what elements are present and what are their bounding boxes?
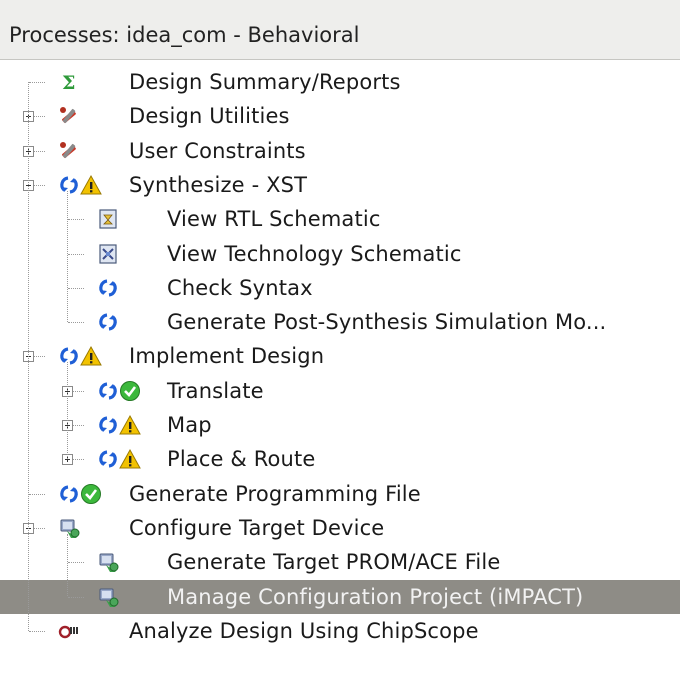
tree-connector <box>29 630 45 632</box>
tree-connector <box>29 82 45 83</box>
tree-row-place-route[interactable]: Place & Route <box>0 442 680 476</box>
tree-row-view-technology-schematic[interactable]: View Technology Schematic <box>0 237 680 271</box>
tree-connector <box>68 322 84 324</box>
tree-row-map[interactable]: Map <box>0 408 680 442</box>
tree-row-generate-target-prom-ace-file[interactable]: Generate Target PROM/ACE File <box>0 545 680 579</box>
refresh-icon <box>97 380 119 402</box>
tree-item-label: Translate <box>167 378 264 403</box>
device-icon <box>58 517 80 539</box>
tree-row-generate-programming-file[interactable]: Generate Programming File <box>0 477 680 511</box>
panel-title: Processes: idea_com - Behavioral <box>9 23 360 47</box>
tree-row-user-constraints[interactable]: User Constraints <box>0 134 680 168</box>
refresh-icon <box>97 277 119 299</box>
tree-row-manage-configuration-project-impact[interactable]: Manage Configuration Project (iMPACT) <box>0 579 680 614</box>
sigma-icon: Σ <box>58 71 80 93</box>
tree-item-label: Check Syntax <box>167 275 313 300</box>
tree-item-label: Analyze Design Using ChipScope <box>129 618 479 643</box>
check-icon <box>80 483 102 505</box>
tree-connector <box>68 562 84 564</box>
tree-item-label: Generate Target PROM/ACE File <box>167 550 501 575</box>
process-tree: Σ Design Summary/Reports Design Utilities U… <box>0 60 680 660</box>
tree-item-label: Configure Target Device <box>129 515 385 540</box>
tools-icon <box>58 105 80 127</box>
tree-item-label: Design Utilities <box>129 104 290 129</box>
warning-icon <box>119 414 141 436</box>
check-icon <box>119 380 141 402</box>
tree-row-design-summary-reports[interactable]: Σ Design Summary/Reports <box>0 65 680 99</box>
svg-text:Σ: Σ <box>62 72 75 93</box>
tech-schematic-icon <box>97 243 119 265</box>
tree-connector <box>68 253 84 255</box>
tree-connector <box>68 287 84 289</box>
device-icon <box>97 586 119 608</box>
tree-connector <box>68 596 84 598</box>
tree-item-label: Place & Route <box>167 447 316 472</box>
warning-icon <box>80 174 102 196</box>
tree-item-label: Synthesize - XST <box>129 172 308 197</box>
tools-icon <box>58 140 80 162</box>
tree-item-label: Generate Post-Synthesis Simulation Mo... <box>167 310 607 335</box>
schematic-icon <box>97 208 119 230</box>
tree-row-check-syntax[interactable]: Check Syntax <box>0 271 680 305</box>
tree-row-generate-post-synthesis-simulation-mo[interactable]: Generate Post-Synthesis Simulation Mo... <box>0 305 680 339</box>
tree-item-label: Manage Configuration Project (iMPACT) <box>167 584 584 609</box>
chipscope-icon <box>58 620 80 642</box>
tree-row-configure-target-device[interactable]: Configure Target Device <box>0 511 680 545</box>
processes-panel: Processes: idea_com - Behavioral Σ Design… <box>0 0 680 697</box>
refresh-icon <box>58 483 80 505</box>
tree-guide-line <box>67 533 68 597</box>
tree-item-label: Design Summary/Reports <box>129 70 401 94</box>
refresh-icon <box>58 174 80 196</box>
tree-connector <box>68 219 84 221</box>
tree-item-label: View RTL Schematic <box>167 207 381 232</box>
tree-guide-line <box>28 82 29 631</box>
tree-row-synthesize-xst[interactable]: Synthesize - XST <box>0 168 680 202</box>
panel-header: Processes: idea_com - Behavioral <box>0 0 680 60</box>
tree-row-design-utilities[interactable]: Design Utilities <box>0 99 680 133</box>
tree-row-view-rtl-schematic[interactable]: View RTL Schematic <box>0 202 680 236</box>
tree-item-label: View Technology Schematic <box>167 241 462 266</box>
tree-item-label: Implement Design <box>129 344 325 369</box>
refresh-icon <box>97 311 119 333</box>
tree-row-translate[interactable]: Translate <box>0 374 680 408</box>
warning-icon <box>80 345 102 367</box>
warning-icon <box>119 448 141 470</box>
refresh-icon <box>58 345 80 367</box>
tree-item-label: Map <box>167 413 212 437</box>
device-icon <box>97 551 119 573</box>
tree-connector <box>29 493 45 495</box>
tree-row-analyze-design-using-chipscope[interactable]: Analyze Design Using ChipScope <box>0 614 680 648</box>
refresh-icon <box>97 414 119 436</box>
refresh-icon <box>97 448 119 470</box>
tree-item-label: User Constraints <box>129 138 306 163</box>
tree-guide-line <box>67 190 68 323</box>
tree-guide-line <box>67 362 68 460</box>
tree-item-label: Generate Programming File <box>129 481 421 506</box>
tree-row-implement-design[interactable]: Implement Design <box>0 339 680 373</box>
